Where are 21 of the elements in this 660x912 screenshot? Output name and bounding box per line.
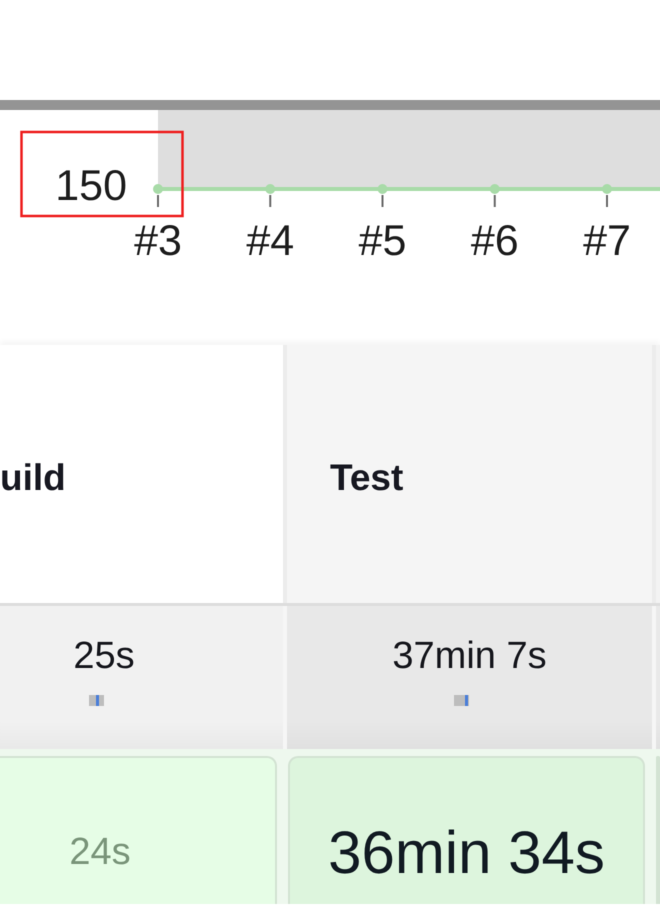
build-label: #5	[358, 217, 406, 265]
build-label: #7	[583, 217, 631, 265]
stage-status-cell[interactable]: 36min 34s	[288, 756, 645, 904]
tick-mark	[269, 195, 272, 207]
data-point	[153, 184, 163, 194]
tick-mark	[157, 195, 159, 207]
stage-header: Test	[287, 345, 652, 603]
average-time: 25s	[73, 634, 135, 678]
tick-mark	[494, 195, 496, 207]
data-point	[378, 184, 388, 194]
build-label: #4	[246, 217, 294, 265]
tick-mark	[382, 195, 384, 207]
average-time: 37min 7s	[392, 634, 547, 678]
build-label: #6	[470, 217, 519, 265]
data-point	[602, 184, 612, 194]
y-axis-label: 150	[55, 162, 127, 210]
stage-header: uild	[0, 345, 283, 603]
data-point	[490, 184, 500, 194]
tick-mark	[606, 195, 608, 207]
build-label: #3	[134, 217, 182, 265]
data-point	[265, 184, 276, 194]
